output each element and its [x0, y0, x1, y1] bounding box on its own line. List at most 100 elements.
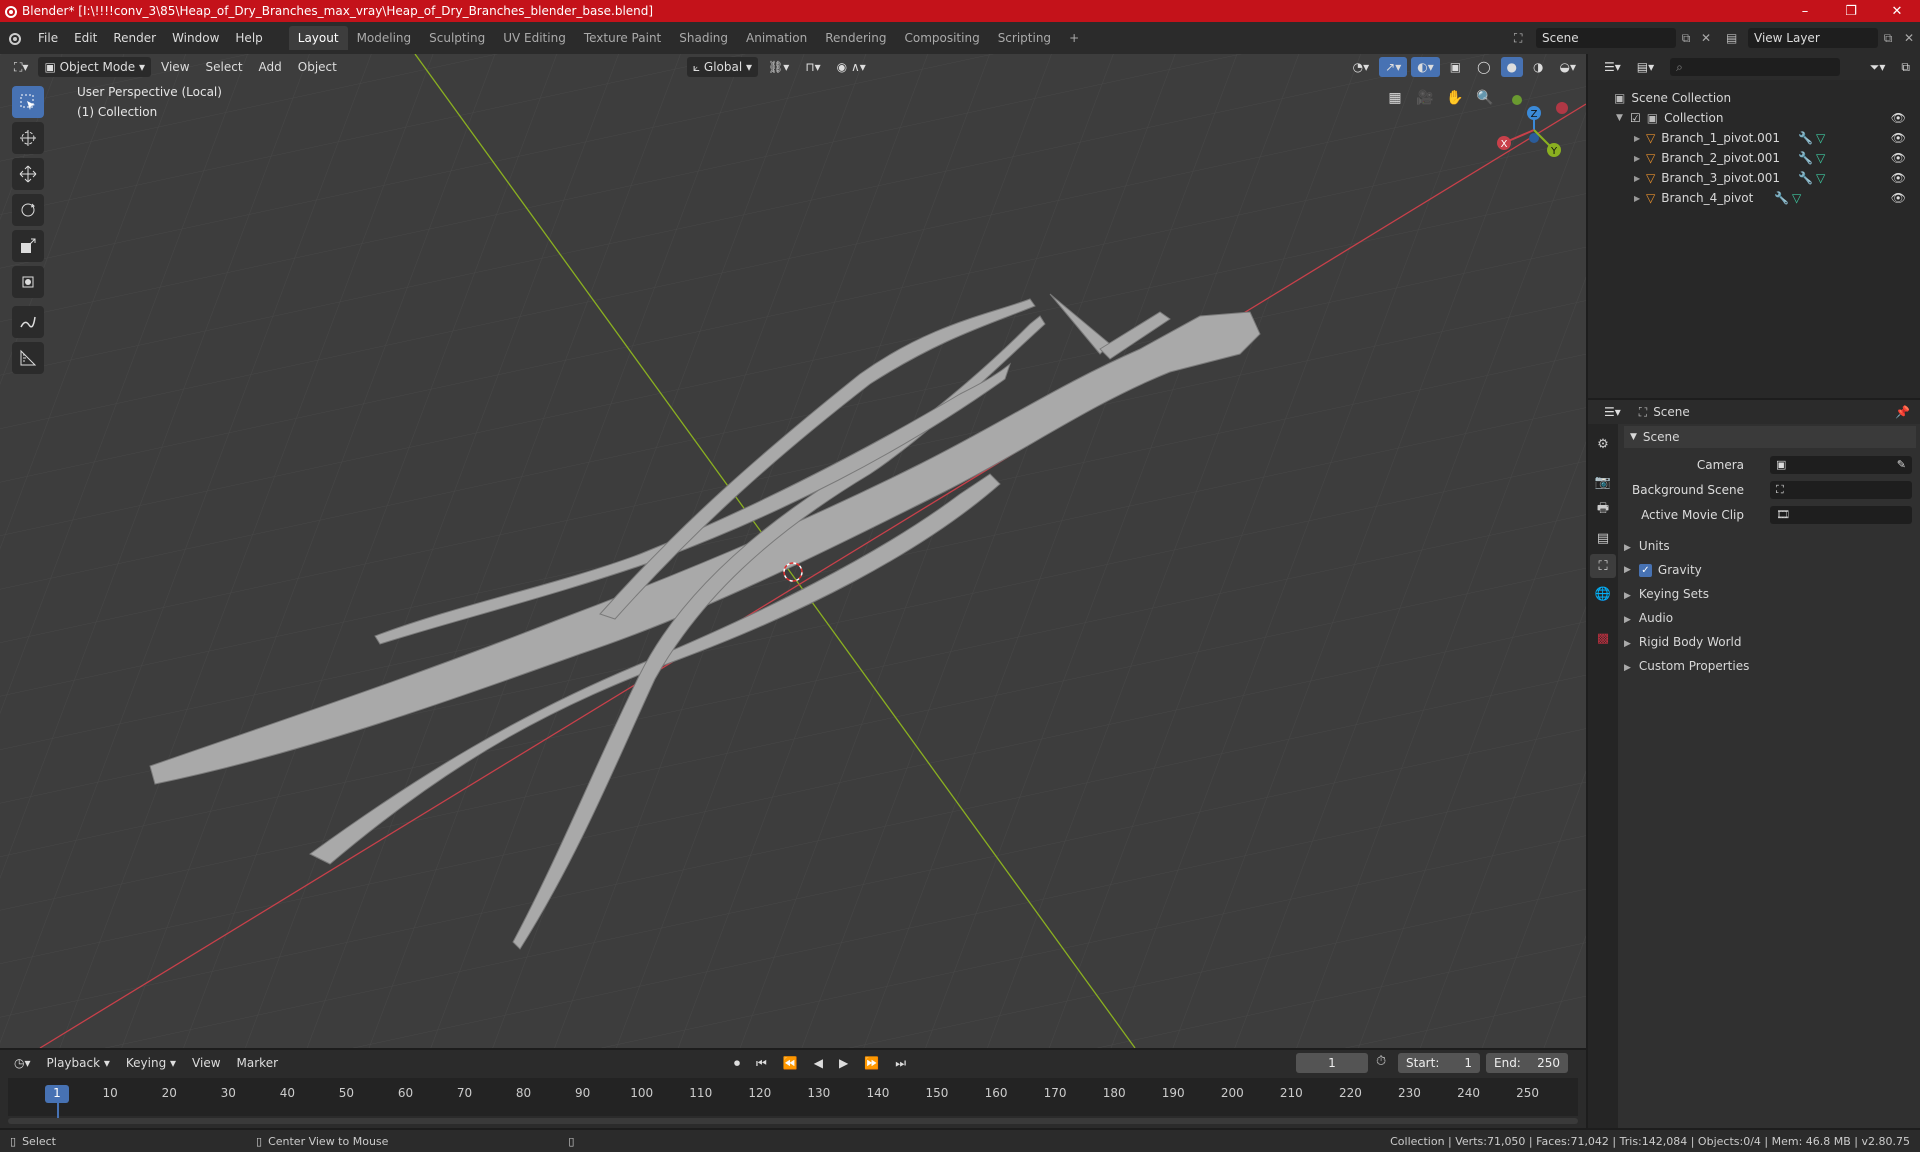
tab-animation[interactable]: Animation [737, 26, 816, 50]
tab-scripting[interactable]: Scripting [989, 26, 1060, 50]
annotate-tool-icon[interactable] [12, 306, 44, 338]
view-layer-selector[interactable]: View Layer [1748, 28, 1878, 48]
outliner-object-row[interactable]: ▶ ▽ Branch_1_pivot.001 🔧 ▽ 👁 [1588, 128, 1920, 148]
stopwatch-icon[interactable]: ⏱ [1376, 1054, 1394, 1069]
toggle-camera-grid-icon[interactable]: ▦ [1384, 90, 1406, 112]
mode-selector[interactable]: ▣ Object Mode ▾ [38, 57, 152, 77]
rendered-shading-icon[interactable]: ◒▾ [1554, 57, 1583, 77]
object-menu[interactable]: Object [292, 57, 343, 77]
scene-tab-icon[interactable]: ⛶ [1590, 554, 1616, 578]
object-visibility-icon[interactable]: 👁 [1891, 171, 1906, 185]
gravity-checkbox[interactable]: ✓ [1638, 563, 1652, 577]
tab-modeling[interactable]: Modeling [348, 26, 421, 50]
rigid-body-world-panel-header[interactable]: ▶ Rigid Body World [1624, 635, 1916, 649]
tab-shading[interactable]: Shading [670, 26, 737, 50]
keying-sets-panel-header[interactable]: ▶ Keying Sets [1624, 587, 1916, 601]
maximize-button[interactable]: ❐ [1828, 0, 1874, 22]
transform-tool-icon[interactable] [12, 266, 44, 298]
outliner-object-row[interactable]: ▶ ▽ Branch_2_pivot.001 🔧 ▽ 👁 [1588, 148, 1920, 168]
wireframe-shading-icon[interactable]: ◯ [1471, 57, 1496, 77]
navigation-gizmo[interactable]: Z X Y [1490, 90, 1570, 170]
new-collection-icon[interactable]: ⧉ [1895, 57, 1916, 77]
outliner-object-row[interactable]: ▶ ▽ Branch_3_pivot.001 🔧 ▽ 👁 [1588, 168, 1920, 188]
tool-tab-icon[interactable]: ⚙ [1590, 432, 1616, 456]
mesh-data-icon[interactable]: ▽ [1816, 151, 1825, 165]
jump-start-icon[interactable]: ⏮ [750, 1053, 773, 1073]
modifier-wrench-icon[interactable]: 🔧 [1774, 191, 1789, 205]
object-visibility-icon[interactable]: 👁 [1891, 151, 1906, 165]
output-tab-icon[interactable]: 🖶 [1590, 498, 1616, 522]
modifier-wrench-icon[interactable]: 🔧 [1798, 171, 1813, 185]
camera-field[interactable]: ▣ ✎ [1770, 456, 1912, 474]
rotate-tool-icon[interactable] [12, 194, 44, 226]
timeline-scrollbar[interactable] [8, 1118, 1578, 1124]
play-icon[interactable]: ▶ [833, 1053, 854, 1073]
pin-icon[interactable]: 📌 [1895, 405, 1910, 419]
timeline-editor-type-icon[interactable]: ◷▾ [8, 1053, 37, 1073]
move-tool-icon[interactable] [12, 158, 44, 190]
jump-end-icon[interactable]: ⏭ [889, 1053, 912, 1073]
view-layer-tab-icon[interactable]: ▤ [1590, 526, 1616, 550]
properties-editor-type-icon[interactable]: ☰▾ [1598, 402, 1627, 422]
expand-arrow-icon[interactable]: ▼ [1616, 113, 1630, 123]
tab-layout[interactable]: Layout [288, 26, 348, 50]
gizmo-toggle-icon[interactable]: ↗▾ [1379, 57, 1408, 77]
tab-rendering[interactable]: Rendering [816, 26, 895, 50]
select-menu[interactable]: Select [200, 57, 249, 77]
3d-viewport[interactable] [0, 54, 1586, 1048]
modifier-wrench-icon[interactable]: 🔧 [1798, 131, 1813, 145]
new-scene-icon[interactable]: ⧉ [1676, 31, 1696, 46]
object-visibility-icon[interactable]: 👁 [1891, 191, 1906, 205]
tab-compositing[interactable]: Compositing [895, 26, 988, 50]
menu-edit[interactable]: Edit [66, 26, 105, 50]
units-panel-header[interactable]: ▶ Units [1624, 539, 1916, 553]
collection-row[interactable]: ▼ ☑ ▣ Collection 👁 [1588, 108, 1920, 128]
object-visibility-icon[interactable]: 👁 [1891, 131, 1906, 145]
xray-icon[interactable]: ▣ [1444, 57, 1467, 77]
outliner-editor-type-icon[interactable]: ☰▾ [1598, 57, 1627, 77]
eyedropper-icon[interactable]: ✎ [1897, 456, 1906, 474]
measure-tool-icon[interactable] [12, 342, 44, 374]
snap-icon[interactable]: ⊓▾ [799, 57, 826, 77]
expand-arrow-icon[interactable]: ▶ [1634, 174, 1646, 183]
remove-scene-icon[interactable]: ✕ [1696, 31, 1716, 45]
scene-collection-row[interactable]: ▣ Scene Collection [1588, 88, 1920, 108]
pivot-icon[interactable]: ⛓▾ [762, 57, 795, 77]
filter-icon[interactable]: ⏷▾ [1864, 57, 1892, 77]
proportional-edit-icon[interactable]: ◉ ∧▾ [831, 57, 872, 77]
prev-keyframe-icon[interactable]: ⏪ [777, 1053, 804, 1073]
material-shading-icon[interactable]: ◑ [1527, 57, 1549, 77]
menu-help[interactable]: Help [227, 26, 270, 50]
next-keyframe-icon[interactable]: ⏩ [858, 1053, 885, 1073]
overlay-toggle-icon[interactable]: ◐▾ [1411, 57, 1440, 77]
add-workspace-button[interactable]: + [1060, 26, 1088, 50]
texture-tab-icon[interactable]: ▩ [1590, 626, 1616, 650]
expand-arrow-icon[interactable]: ▶ [1634, 134, 1646, 143]
expand-arrow-icon[interactable]: ▶ [1634, 194, 1646, 203]
solid-shading-icon[interactable]: ● [1500, 57, 1524, 77]
play-reverse-icon[interactable]: ◀ [808, 1053, 829, 1073]
mesh-data-icon[interactable]: ▽ [1792, 191, 1801, 205]
new-view-layer-icon[interactable]: ⧉ [1878, 31, 1898, 46]
remove-view-layer-icon[interactable]: ✕ [1898, 31, 1920, 45]
menu-render[interactable]: Render [105, 26, 164, 50]
tab-sculpting[interactable]: Sculpting [420, 26, 494, 50]
tab-texture-paint[interactable]: Texture Paint [575, 26, 670, 50]
current-frame-field[interactable]: 1 [1296, 1053, 1368, 1073]
blender-menu-icon[interactable] [0, 31, 30, 45]
cursor-tool-icon[interactable] [12, 122, 44, 154]
background-scene-field[interactable]: ⛶ [1770, 481, 1912, 499]
close-button[interactable]: ✕ [1874, 0, 1920, 22]
pan-hand-icon[interactable]: ✋ [1444, 90, 1466, 112]
display-mode-icon[interactable]: ▤▾ [1631, 57, 1660, 77]
scale-tool-icon[interactable] [12, 230, 44, 262]
menu-window[interactable]: Window [164, 26, 227, 50]
outliner-search-input[interactable]: ⌕ [1670, 58, 1841, 76]
timeline-view-menu[interactable]: View [186, 1053, 226, 1073]
marker-menu[interactable]: Marker [231, 1053, 284, 1073]
audio-panel-header[interactable]: ▶ Audio [1624, 611, 1916, 625]
expand-arrow-icon[interactable]: ▶ [1634, 154, 1646, 163]
modifier-wrench-icon[interactable]: 🔧 [1798, 151, 1813, 165]
editor-type-icon[interactable]: ⛶▾ [8, 57, 34, 77]
tab-uv-editing[interactable]: UV Editing [494, 26, 575, 50]
